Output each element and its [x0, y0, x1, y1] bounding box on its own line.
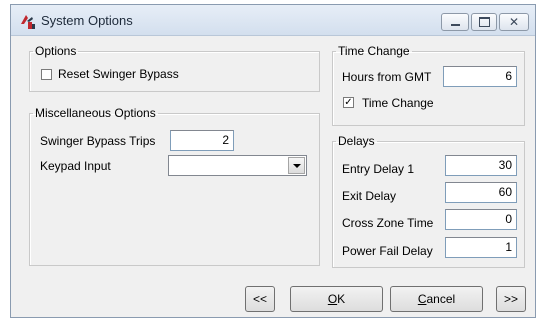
close-button[interactable]: ✕: [499, 13, 529, 31]
cancel-mnemonic: C: [417, 292, 427, 306]
cancel-button[interactable]: Cancel: [390, 286, 483, 312]
cancel-label-rest: ancel: [426, 292, 456, 306]
power-fail-delay-label: Power Fail Delay: [342, 244, 433, 258]
time-change-checkbox-label[interactable]: Time Change: [362, 96, 434, 110]
swinger-bypass-trips-field[interactable]: 2: [170, 130, 234, 151]
close-icon: ✕: [508, 15, 520, 29]
next-button[interactable]: >>: [496, 286, 526, 312]
keypad-input-dropdown[interactable]: [168, 155, 307, 176]
ok-button[interactable]: OK: [290, 286, 383, 312]
hours-from-gmt-label: Hours from GMT: [342, 70, 432, 84]
delays-legend: Delays: [338, 134, 375, 148]
cross-zone-time-field[interactable]: 0: [445, 209, 517, 230]
reset-swinger-bypass-label[interactable]: Reset Swinger Bypass: [58, 67, 179, 81]
keypad-input-label: Keypad Input: [40, 159, 111, 173]
title-bar[interactable]: System Options ✕: [11, 5, 535, 36]
power-fail-delay-field[interactable]: 1: [445, 237, 517, 258]
time-change-checkbox[interactable]: ✓: [343, 97, 354, 108]
maximize-button[interactable]: [471, 13, 497, 31]
ok-mnemonic: O: [327, 292, 338, 306]
dropdown-arrow-button[interactable]: [288, 157, 305, 174]
time-change-legend: Time Change: [338, 44, 410, 58]
minimize-icon: [450, 24, 460, 26]
misc-options-legend: Miscellaneous Options: [35, 106, 156, 120]
entry-delay-1-field[interactable]: 30: [445, 155, 517, 176]
reset-swinger-bypass-checkbox[interactable]: [41, 69, 52, 80]
ok-label-rest: K: [337, 292, 346, 306]
chevron-down-icon: [292, 163, 301, 168]
entry-delay-1-label: Entry Delay 1: [342, 162, 415, 176]
cross-zone-time-label: Cross Zone Time: [342, 216, 434, 230]
exit-delay-field[interactable]: 60: [445, 182, 517, 203]
previous-button[interactable]: <<: [245, 286, 275, 312]
checkmark-icon: ✓: [344, 97, 353, 108]
swinger-bypass-trips-label: Swinger Bypass Trips: [40, 134, 156, 148]
minimize-button[interactable]: [441, 13, 469, 31]
options-legend: Options: [35, 44, 77, 58]
exit-delay-label: Exit Delay: [342, 189, 397, 203]
app-logo-icon: [21, 15, 35, 29]
window-title: System Options: [41, 13, 133, 28]
maximize-icon: [478, 17, 490, 27]
hours-from-gmt-field[interactable]: 6: [443, 66, 517, 87]
